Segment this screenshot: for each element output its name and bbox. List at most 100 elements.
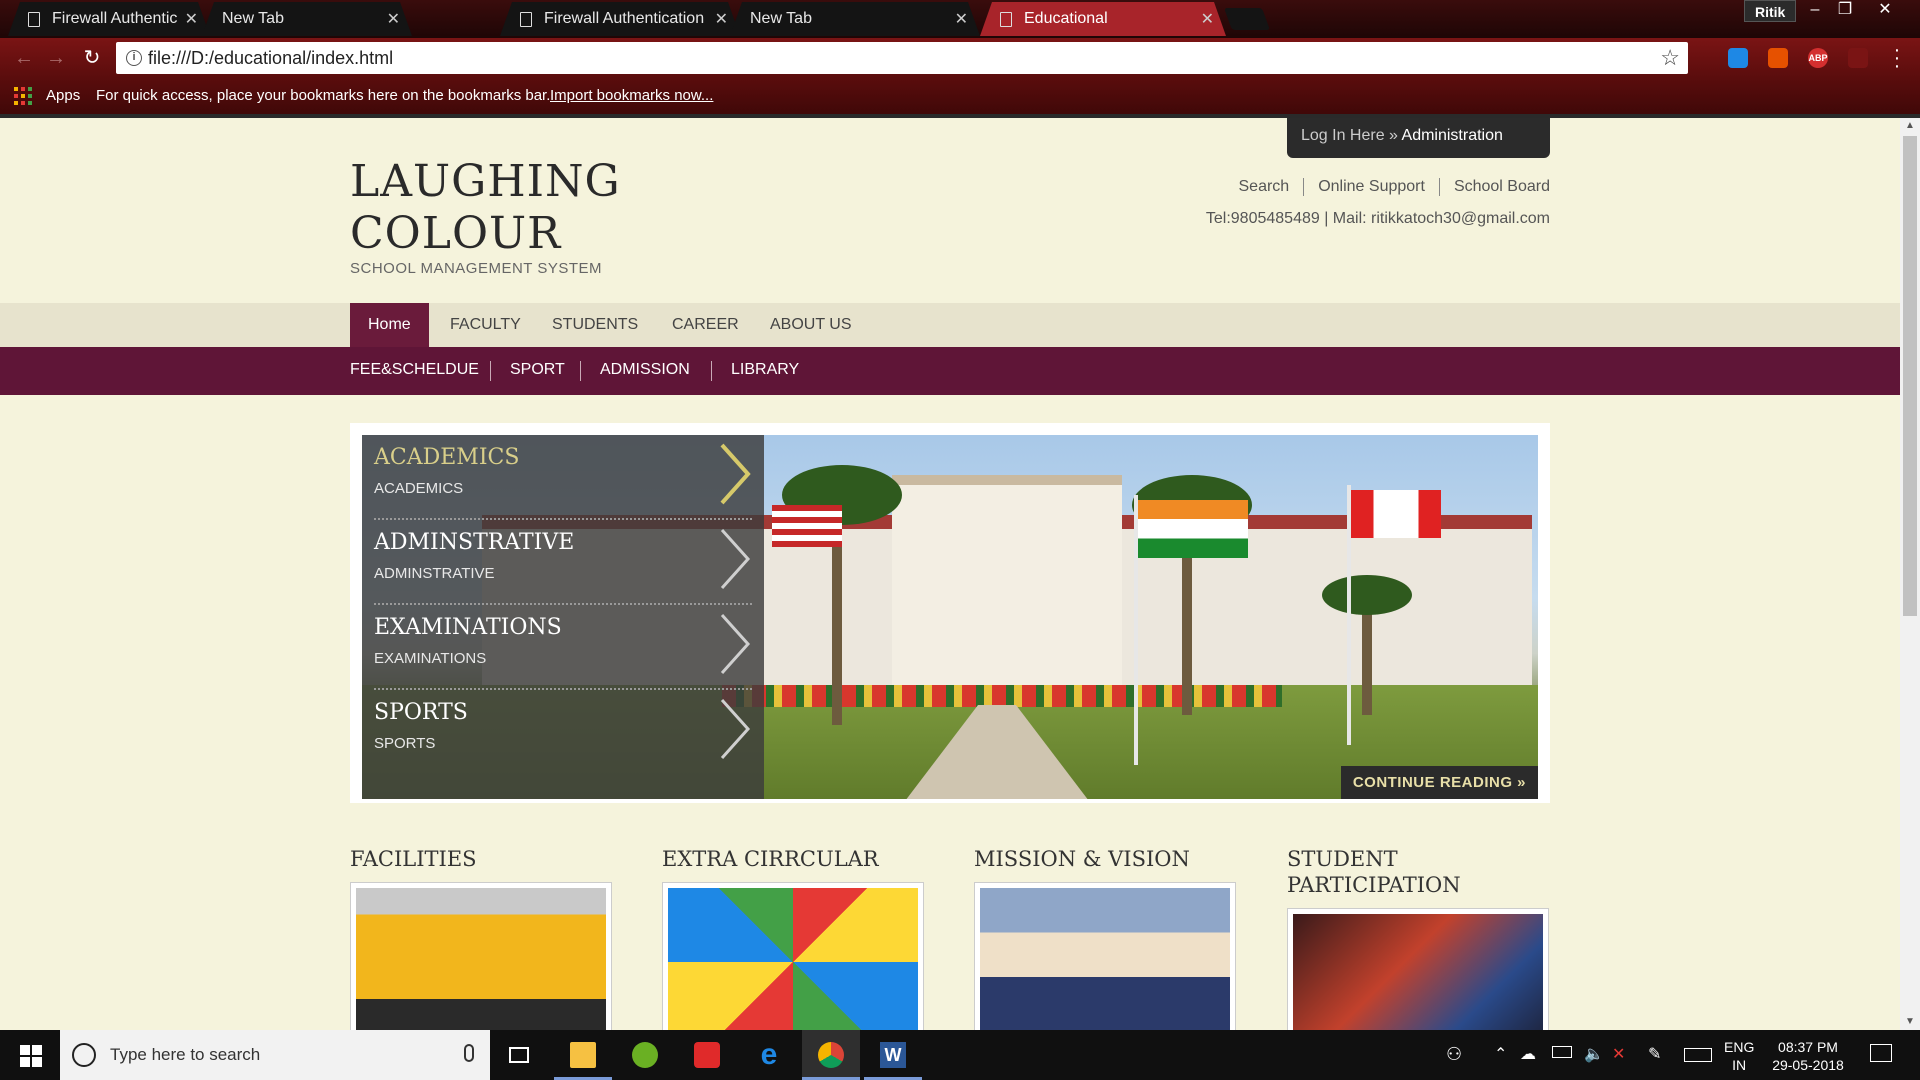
network-icon[interactable]: ✕ bbox=[1612, 1044, 1625, 1064]
parachute-image[interactable] bbox=[662, 882, 924, 1030]
browser-tab[interactable]: Firewall Authentication K ✕ bbox=[8, 2, 210, 36]
minimize-icon[interactable]: – bbox=[1800, 0, 1830, 20]
close-window-icon[interactable]: ✕ bbox=[1870, 0, 1900, 20]
close-icon[interactable]: ✕ bbox=[955, 9, 968, 29]
nav-students[interactable]: STUDENTS bbox=[552, 303, 638, 347]
browser-tab-bar: Firewall Authentication K ✕ New Tab ✕ Fi… bbox=[0, 0, 1920, 38]
browser-tab[interactable]: New Tab ✕ bbox=[730, 2, 980, 36]
slide-item-examinations[interactable]: EXAMINATIONS EXAMINATIONS bbox=[374, 605, 752, 690]
chevron-right-icon bbox=[720, 698, 751, 760]
online-support-link[interactable]: Online Support bbox=[1304, 178, 1440, 196]
login-link[interactable]: Log In Here » bbox=[1301, 127, 1398, 144]
slide-title: EXAMINATIONS bbox=[374, 615, 562, 640]
notification-icon[interactable] bbox=[1870, 1044, 1892, 1062]
chrome-icon[interactable] bbox=[802, 1030, 860, 1080]
extension-icon-1[interactable] bbox=[1728, 48, 1748, 68]
tower-illustration bbox=[892, 475, 1122, 685]
forward-arrow-icon[interactable]: → bbox=[44, 46, 68, 70]
scroll-down-arrow-icon[interactable]: ▼ bbox=[1900, 1014, 1920, 1030]
search-link[interactable]: Search bbox=[1225, 178, 1305, 196]
browser-tab-active[interactable]: Educational ✕ bbox=[980, 2, 1226, 36]
slide-item-adminstrative[interactable]: ADMINSTRATIVE ADMINSTRATIVE bbox=[374, 520, 752, 605]
apps-grid-icon[interactable] bbox=[14, 87, 32, 105]
nav-home[interactable]: Home bbox=[350, 303, 429, 347]
chevron-up-icon[interactable]: ⌃ bbox=[1494, 1044, 1507, 1064]
feature-mission-vision: MISSION & VISION bbox=[974, 846, 1236, 1030]
browser-tab[interactable]: New Tab ✕ bbox=[202, 2, 412, 36]
reload-icon[interactable]: ↻ bbox=[80, 46, 104, 70]
pen-icon[interactable]: ✎ bbox=[1648, 1044, 1661, 1064]
close-icon[interactable]: ✕ bbox=[387, 9, 400, 29]
bookmark-star-icon[interactable]: ☆ bbox=[1660, 45, 1680, 71]
students-praying-image[interactable] bbox=[974, 882, 1236, 1030]
menu-icon[interactable]: · · · bbox=[1890, 40, 1904, 76]
slide-title: ACADEMICS bbox=[374, 445, 520, 470]
scroll-up-arrow-icon[interactable]: ▲ bbox=[1900, 118, 1920, 134]
clock-time: 08:37 PM bbox=[1778, 1039, 1838, 1055]
cortana-icon[interactable] bbox=[72, 1043, 96, 1067]
microphone-icon[interactable] bbox=[464, 1044, 474, 1062]
battery-icon[interactable] bbox=[1552, 1046, 1572, 1058]
address-bar[interactable]: i file:///D:/educational/index.html ☆ bbox=[116, 42, 1688, 74]
people-icon[interactable]: ⚇ bbox=[1446, 1044, 1462, 1065]
back-arrow-icon[interactable]: ← bbox=[12, 46, 36, 70]
task-view-icon[interactable] bbox=[490, 1030, 548, 1080]
clock[interactable]: 08:37 PM 29-05-2018 bbox=[1768, 1038, 1848, 1074]
profile-button[interactable]: Ritik bbox=[1744, 0, 1797, 22]
school-bus-image[interactable] bbox=[350, 882, 612, 1030]
administration-link[interactable]: Administration bbox=[1402, 127, 1503, 144]
file-explorer-icon[interactable] bbox=[554, 1030, 612, 1080]
taskbar-search-box[interactable]: Type here to search bbox=[60, 1030, 490, 1080]
nav-faculty[interactable]: FACULTY bbox=[450, 303, 521, 347]
page-scrollbar[interactable]: ▲ ▼ bbox=[1900, 118, 1920, 1030]
adblock-plus-icon[interactable]: ABP bbox=[1808, 48, 1828, 68]
logo-line-1: LAUGHING bbox=[350, 156, 621, 207]
language-indicator[interactable]: ENG IN bbox=[1724, 1038, 1754, 1074]
subnav-admission[interactable]: ADMISSION bbox=[600, 361, 690, 379]
windows-start-icon[interactable] bbox=[0, 1030, 60, 1080]
import-bookmarks-link[interactable]: Import bookmarks now... bbox=[550, 87, 713, 104]
restore-icon[interactable]: ❐ bbox=[1830, 0, 1860, 20]
nav-about-us[interactable]: ABOUT US bbox=[770, 303, 852, 347]
slide-subtitle: ACADEMICS bbox=[374, 480, 464, 497]
feature-student-participation: STUDENT PARTICIPATION bbox=[1287, 846, 1549, 1030]
feature-title: FACILITIES bbox=[350, 847, 477, 871]
scroll-thumb[interactable] bbox=[1903, 136, 1917, 616]
utorrent-icon[interactable] bbox=[616, 1030, 674, 1080]
slide-item-sports[interactable]: SPORTS SPORTS bbox=[374, 690, 752, 775]
tab-title: Educational bbox=[1024, 10, 1108, 27]
subnav-sport[interactable]: SPORT bbox=[510, 361, 565, 379]
chevron-right-icon bbox=[720, 443, 751, 505]
stage-performance-image[interactable] bbox=[1287, 908, 1549, 1030]
whatsapp-icon[interactable] bbox=[678, 1030, 736, 1080]
feature-extra-curricular: EXTRA CIRRCULAR bbox=[662, 846, 924, 1030]
url-text[interactable]: file:///D:/educational/index.html bbox=[148, 48, 393, 69]
new-tab-button[interactable] bbox=[1223, 8, 1271, 30]
extension-icon-4[interactable] bbox=[1848, 48, 1868, 68]
extension-icon-2[interactable] bbox=[1768, 48, 1788, 68]
close-icon[interactable]: ✕ bbox=[715, 9, 728, 29]
top-links: Search Online Support School Board bbox=[1225, 178, 1550, 196]
edge-icon[interactable]: e bbox=[740, 1030, 798, 1080]
document-icon bbox=[28, 12, 40, 27]
apps-link[interactable]: Apps bbox=[46, 87, 80, 104]
school-board-link[interactable]: School Board bbox=[1440, 178, 1550, 196]
logo-subtitle: SCHOOL MANAGEMENT SYSTEM bbox=[350, 260, 603, 277]
slide-item-academics[interactable]: ACADEMICS ACADEMICS bbox=[374, 435, 752, 520]
nav-career[interactable]: CAREER bbox=[672, 303, 739, 347]
site-logo[interactable]: LAUGHING COLOUR bbox=[350, 156, 621, 260]
browser-tab[interactable]: Firewall Authentication K ✕ bbox=[500, 2, 740, 36]
onedrive-icon[interactable]: ☁ bbox=[1520, 1044, 1536, 1064]
close-icon[interactable]: ✕ bbox=[1201, 9, 1214, 29]
continue-reading-button[interactable]: CONTINUE READING » bbox=[1340, 766, 1538, 799]
word-icon[interactable]: W bbox=[864, 1030, 922, 1080]
close-icon[interactable]: ✕ bbox=[185, 9, 198, 29]
subnav-library[interactable]: LIBRARY bbox=[731, 361, 799, 379]
region-code: IN bbox=[1732, 1057, 1747, 1073]
slider-menu-panel: ACADEMICS ACADEMICS ADMINSTRATIVE ADMINS… bbox=[362, 435, 764, 799]
info-icon[interactable]: i bbox=[126, 50, 142, 66]
subnav-fee-schedule[interactable]: FEE&SCHELDUE bbox=[350, 361, 479, 379]
chevron-right-icon bbox=[720, 528, 751, 590]
volume-icon[interactable]: 🔈 bbox=[1584, 1044, 1604, 1064]
keyboard-icon[interactable] bbox=[1684, 1048, 1712, 1062]
